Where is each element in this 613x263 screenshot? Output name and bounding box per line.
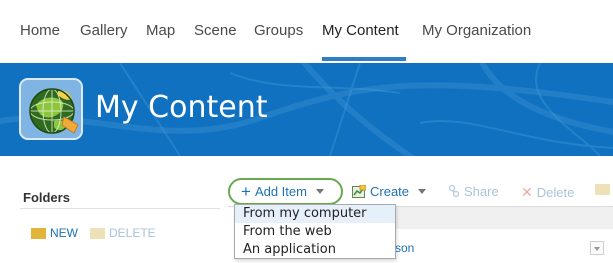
delete-label: Delete xyxy=(536,185,575,200)
close-icon: ✕ xyxy=(521,184,533,200)
create-button[interactable]: Create xyxy=(352,184,427,199)
delete-button[interactable]: ✕ Delete xyxy=(521,184,574,201)
top-navigation: Home Gallery Map Scene Groups My Content… xyxy=(0,0,613,62)
delete-folder-button[interactable]: DELETE xyxy=(90,226,156,240)
new-folder-button[interactable]: NEW xyxy=(31,226,78,240)
table-header xyxy=(396,207,613,229)
move-button[interactable] xyxy=(595,184,610,195)
page-banner: My Content xyxy=(0,63,613,156)
nav-map[interactable]: Map xyxy=(146,22,175,39)
globe-logo-icon xyxy=(19,78,83,140)
share-button[interactable]: Share xyxy=(447,184,499,199)
item-owner: son xyxy=(395,241,415,255)
row-menu-dropdown[interactable] xyxy=(590,241,604,255)
page-title: My Content xyxy=(95,90,268,125)
nav-scene[interactable]: Scene xyxy=(194,22,237,39)
banner-map-pattern xyxy=(0,63,613,156)
add-item-menu: From my computer From the web An applica… xyxy=(234,204,396,259)
nav-my-organization[interactable]: My Organization xyxy=(422,22,531,39)
folder-icon xyxy=(31,227,46,239)
nav-groups[interactable]: Groups xyxy=(254,22,303,39)
nav-my-content[interactable]: My Content xyxy=(322,22,399,39)
share-label: Share xyxy=(464,184,499,199)
folder-icon xyxy=(90,227,105,239)
share-icon xyxy=(448,184,460,198)
menu-item-from-the-web[interactable]: From the web xyxy=(235,223,395,241)
folders-divider xyxy=(20,208,220,209)
menu-item-from-my-computer[interactable]: From my computer xyxy=(235,205,395,223)
folders-heading: Folders xyxy=(23,190,70,205)
nav-gallery[interactable]: Gallery xyxy=(80,22,128,39)
highlight-ring xyxy=(228,178,343,205)
chevron-down-icon xyxy=(418,189,427,194)
menu-item-an-application[interactable]: An application xyxy=(235,241,395,259)
new-folder-label: NEW xyxy=(50,226,78,240)
delete-folder-label: DELETE xyxy=(109,226,156,240)
nav-active-indicator xyxy=(322,57,406,61)
nav-home[interactable]: Home xyxy=(20,22,60,39)
folder-icon xyxy=(595,184,610,195)
create-label: Create xyxy=(370,184,410,199)
create-map-icon xyxy=(352,184,366,198)
